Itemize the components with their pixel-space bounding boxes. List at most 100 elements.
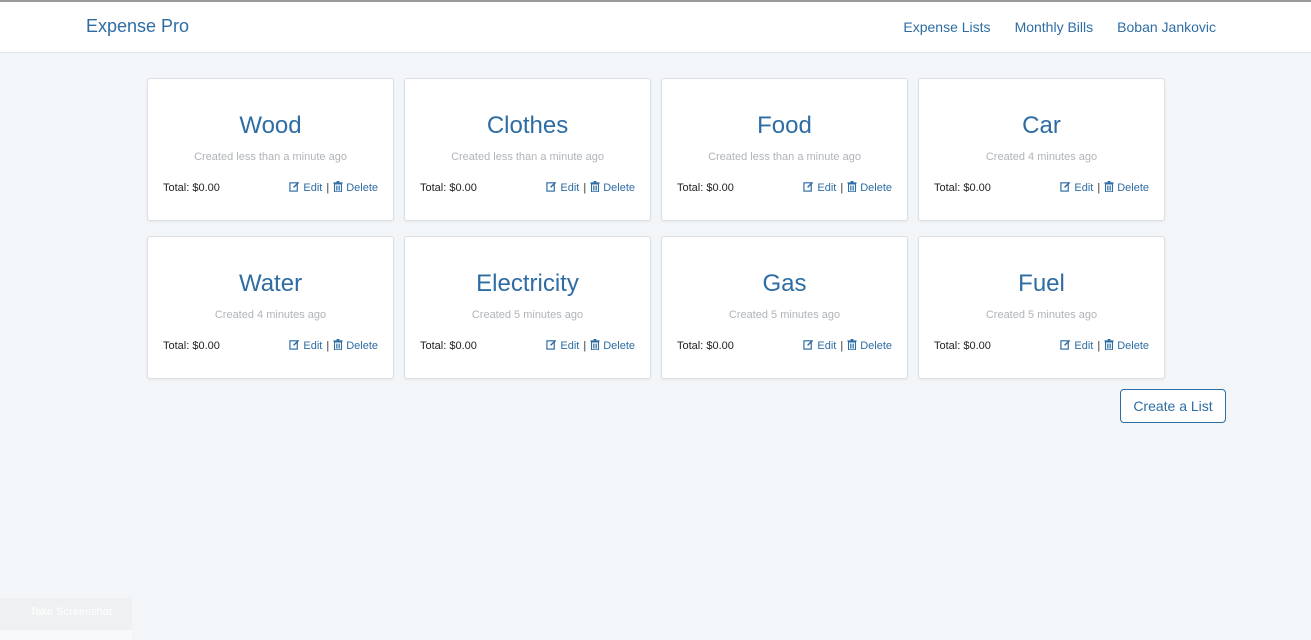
- delete-label: Delete: [860, 340, 892, 352]
- card-created-time: Created less than a minute ago: [194, 151, 347, 163]
- card-title[interactable]: Wood: [148, 112, 393, 140]
- trash-icon: [590, 181, 603, 195]
- edit-icon: [546, 339, 560, 353]
- delete-label: Delete: [346, 340, 378, 352]
- trash-icon: [1104, 181, 1117, 195]
- card-created-time: Created less than a minute ago: [451, 151, 604, 163]
- trash-icon: [333, 181, 346, 195]
- card-actions: Edit | Delete: [803, 181, 892, 195]
- edit-label: Edit: [560, 340, 580, 352]
- card-created-time: Created 5 minutes ago: [985, 309, 1098, 321]
- card-footer: Total: $0.00 Edit | Delete: [677, 339, 892, 353]
- edit-label: Edit: [1074, 182, 1094, 194]
- expense-list-card: Fuel Created 5 minutes ago Total: $0.00 …: [918, 236, 1165, 379]
- action-separator: |: [840, 340, 844, 352]
- edit-icon: [1060, 339, 1074, 353]
- edit-link[interactable]: Edit: [546, 181, 579, 195]
- nav-expense-lists[interactable]: Expense Lists: [903, 19, 990, 35]
- card-actions: Edit | Delete: [546, 181, 635, 195]
- edit-label: Edit: [560, 182, 580, 194]
- edit-label: Edit: [303, 340, 323, 352]
- nav-monthly-bills[interactable]: Monthly Bills: [1015, 19, 1094, 35]
- edit-icon: [289, 181, 303, 195]
- action-separator: |: [583, 340, 587, 352]
- expense-list-card: Wood Created less than a minute ago Tota…: [147, 78, 394, 221]
- card-footer: Total: $0.00 Edit | Delete: [934, 339, 1149, 353]
- edit-link[interactable]: Edit: [803, 181, 836, 195]
- card-total: Total: $0.00: [934, 340, 991, 352]
- edit-icon: [289, 339, 303, 353]
- trash-icon: [333, 339, 346, 353]
- card-title[interactable]: Food: [662, 112, 907, 140]
- delete-label: Delete: [603, 182, 635, 194]
- expense-list-card: Food Created less than a minute ago Tota…: [661, 78, 908, 221]
- card-title[interactable]: Water: [148, 270, 393, 298]
- delete-label: Delete: [603, 340, 635, 352]
- expense-list-card: Car Created 4 minutes ago Total: $0.00 E…: [918, 78, 1165, 221]
- delete-label: Delete: [346, 182, 378, 194]
- card-footer: Total: $0.00 Edit | Delete: [677, 181, 892, 195]
- edit-link[interactable]: Edit: [803, 339, 836, 353]
- delete-label: Delete: [1117, 182, 1149, 194]
- delete-link[interactable]: Delete: [590, 181, 635, 195]
- delete-link[interactable]: Delete: [1104, 181, 1149, 195]
- card-total: Total: $0.00: [163, 340, 220, 352]
- action-separator: |: [583, 182, 587, 194]
- card-title[interactable]: Gas: [662, 270, 907, 298]
- card-footer: Total: $0.00 Edit | Delete: [420, 339, 635, 353]
- card-footer: Total: $0.00 Edit | Delete: [163, 181, 378, 195]
- edit-icon: [803, 181, 817, 195]
- expense-list-card: Clothes Created less than a minute ago T…: [404, 78, 651, 221]
- edit-link[interactable]: Edit: [289, 339, 322, 353]
- action-separator: |: [326, 340, 330, 352]
- card-actions: Edit | Delete: [546, 339, 635, 353]
- card-title[interactable]: Clothes: [405, 112, 650, 140]
- card-footer: Total: $0.00 Edit | Delete: [934, 181, 1149, 195]
- card-actions: Edit | Delete: [803, 339, 892, 353]
- expense-list-card: Water Created 4 minutes ago Total: $0.00…: [147, 236, 394, 379]
- screenshot-label: Take Screenshot: [30, 606, 112, 618]
- screenshot-widget[interactable]: Take Screenshot: [0, 598, 132, 640]
- card-total: Total: $0.00: [420, 182, 477, 194]
- trash-icon: [847, 339, 860, 353]
- action-separator: |: [1097, 182, 1101, 194]
- action-separator: |: [326, 182, 330, 194]
- edit-icon: [803, 339, 817, 353]
- edit-link[interactable]: Edit: [1060, 181, 1093, 195]
- delete-label: Delete: [860, 182, 892, 194]
- card-total: Total: $0.00: [163, 182, 220, 194]
- edit-icon: [546, 181, 560, 195]
- edit-label: Edit: [1074, 340, 1094, 352]
- delete-link[interactable]: Delete: [1104, 339, 1149, 353]
- card-actions: Edit | Delete: [1060, 339, 1149, 353]
- card-title[interactable]: Car: [919, 112, 1164, 140]
- card-total: Total: $0.00: [934, 182, 991, 194]
- delete-link[interactable]: Delete: [847, 181, 892, 195]
- navbar: Expense Pro Expense Lists Monthly Bills …: [0, 0, 1311, 53]
- delete-link[interactable]: Delete: [590, 339, 635, 353]
- delete-link[interactable]: Delete: [333, 339, 378, 353]
- create-list-button[interactable]: Create a List: [1120, 389, 1226, 423]
- card-actions: Edit | Delete: [289, 181, 378, 195]
- delete-label: Delete: [1117, 340, 1149, 352]
- edit-link[interactable]: Edit: [546, 339, 579, 353]
- card-title[interactable]: Electricity: [405, 270, 650, 298]
- card-footer: Total: $0.00 Edit | Delete: [163, 339, 378, 353]
- trash-icon: [847, 181, 860, 195]
- delete-link[interactable]: Delete: [333, 181, 378, 195]
- nav-links: Expense Lists Monthly Bills Boban Jankov…: [903, 19, 1216, 35]
- card-title[interactable]: Fuel: [919, 270, 1164, 298]
- card-created-time: Created 4 minutes ago: [985, 151, 1098, 163]
- expense-list-card: Electricity Created 5 minutes ago Total:…: [404, 236, 651, 379]
- screenshot-bar: [0, 630, 132, 640]
- nav-user-menu[interactable]: Boban Jankovic: [1117, 19, 1216, 35]
- action-separator: |: [840, 182, 844, 194]
- edit-link[interactable]: Edit: [1060, 339, 1093, 353]
- card-total: Total: $0.00: [420, 340, 477, 352]
- edit-link[interactable]: Edit: [289, 181, 322, 195]
- card-actions: Edit | Delete: [289, 339, 378, 353]
- brand-link[interactable]: Expense Pro: [86, 16, 189, 37]
- expense-list-grid: Wood Created less than a minute ago Tota…: [147, 78, 1165, 379]
- trash-icon: [1104, 339, 1117, 353]
- delete-link[interactable]: Delete: [847, 339, 892, 353]
